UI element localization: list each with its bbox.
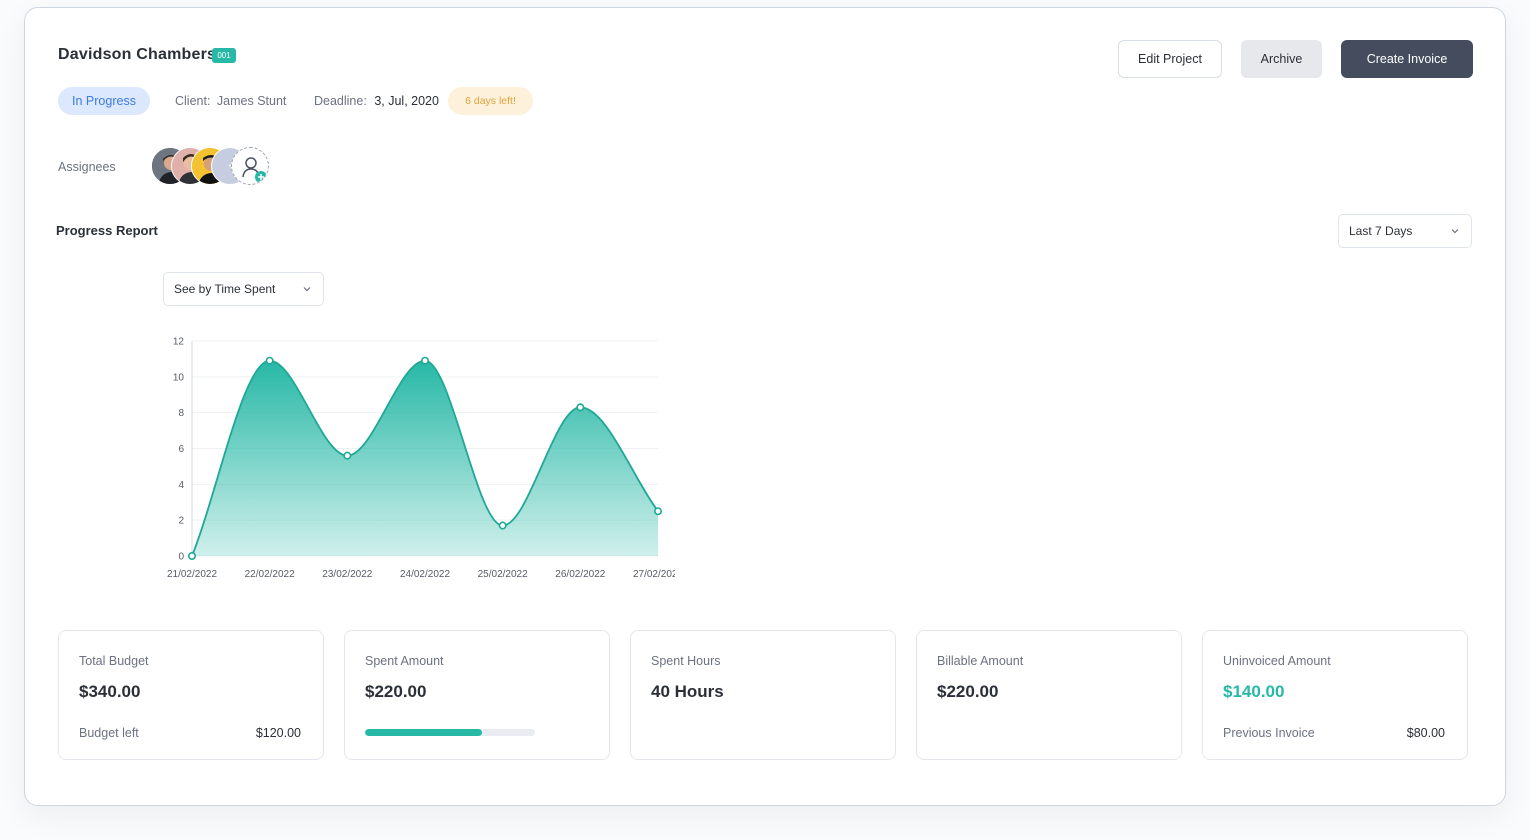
y-tick-label: 8 (178, 408, 184, 419)
project-title: Davidson Chambers (58, 46, 217, 63)
x-tick-label: 23/02/2022 (322, 569, 372, 580)
y-tick-label: 6 (178, 444, 184, 455)
uninvoiced-amount-label: Uninvoiced Amount (1223, 654, 1331, 668)
project-code-badge: 001 (212, 48, 236, 63)
data-point[interactable] (187, 552, 196, 561)
x-tick-label: 21/02/2022 (167, 569, 217, 580)
y-tick-label: 2 (178, 516, 184, 527)
billable-amount-card: Billable Amount $220.00 (916, 630, 1182, 760)
total-budget-amount: $340.00 (79, 682, 141, 701)
client-label: Client: (175, 94, 211, 108)
spent-hours-card: Spent Hours 40 Hours (630, 630, 896, 760)
time-spent-chart: 0 2 4 6 8 10 12 21/02/2022 22/02/2022 23/02/2022… (167, 337, 675, 581)
chart-area (192, 360, 658, 556)
budget-left-label: Budget left (79, 726, 139, 740)
chart-mode-value: See by Time Spent (174, 282, 276, 296)
x-tick-label: 26/02/2022 (555, 569, 605, 580)
add-user-icon (242, 157, 267, 183)
total-budget-card: Total Budget $340.00 Budget left $120.00 (58, 630, 324, 760)
archive-button[interactable]: Archive (1241, 40, 1322, 78)
budget-left-value: $120.00 (255, 726, 301, 740)
data-point[interactable] (498, 521, 507, 530)
x-tick-label: 25/02/2022 (478, 569, 528, 580)
x-tick-label: 27/02/2022 (633, 569, 675, 580)
data-point[interactable] (265, 356, 274, 365)
spent-amount-label: Spent Amount (365, 654, 444, 668)
spent-hours-value: 40 Hours (651, 682, 724, 701)
chevron-down-icon (1451, 229, 1459, 234)
uninvoiced-amount-value: $140.00 (1223, 682, 1285, 701)
data-point[interactable] (653, 507, 662, 516)
data-point[interactable] (343, 451, 352, 460)
y-tick-label: 10 (173, 372, 185, 383)
edit-project-button[interactable]: Edit Project (1118, 40, 1222, 78)
billable-amount-value: $220.00 (937, 682, 999, 701)
spent-progress-fill (365, 729, 483, 736)
previous-invoice-value: $80.00 (1406, 726, 1445, 740)
y-tick-label: 12 (173, 337, 185, 348)
deadline-info: Deadline: 3, Jul, 2020 (314, 94, 439, 108)
assignee-avatars: +2 (151, 147, 281, 187)
chevron-down-icon (303, 287, 311, 292)
spent-progress-bar (365, 729, 535, 736)
assignees-label: Assignees (58, 160, 116, 174)
uninvoiced-amount-card: Uninvoiced Amount $140.00 Previous Invoi… (1202, 630, 1468, 760)
spent-hours-label: Spent Hours (651, 654, 721, 668)
days-left-badge: 6 days left! (448, 87, 533, 115)
client-name: James Stunt (216, 94, 287, 108)
spent-amount-value: $220.00 (365, 682, 427, 701)
project-card: Davidson Chambers 001 Edit Project Archi… (24, 7, 1506, 806)
spent-amount-card: Spent Amount $220.00 (344, 630, 610, 760)
deadline-value: 3, Jul, 2020 (374, 94, 439, 108)
data-point[interactable] (576, 403, 585, 412)
chart-mode-select[interactable]: See by Time Spent (163, 272, 324, 306)
previous-invoice-label: Previous Invoice (1223, 726, 1315, 740)
date-range-select[interactable]: Last 7 Days (1338, 214, 1472, 248)
total-budget-label: Total Budget (79, 654, 149, 668)
x-tick-label: 24/02/2022 (400, 569, 450, 580)
progress-report-title: Progress Report (56, 223, 158, 238)
billable-amount-label: Billable Amount (937, 654, 1024, 668)
data-point[interactable] (420, 356, 429, 365)
add-assignee-button[interactable] (231, 147, 269, 185)
y-tick-label: 4 (178, 480, 184, 491)
y-tick-label: 0 (178, 552, 184, 563)
status-badge: In Progress (58, 87, 150, 115)
deadline-label: Deadline: (314, 94, 367, 108)
date-range-value: Last 7 Days (1349, 224, 1413, 238)
client-info: Client: James Stunt (175, 94, 286, 108)
create-invoice-button[interactable]: Create Invoice (1341, 40, 1473, 78)
x-tick-label: 22/02/2022 (245, 569, 295, 580)
